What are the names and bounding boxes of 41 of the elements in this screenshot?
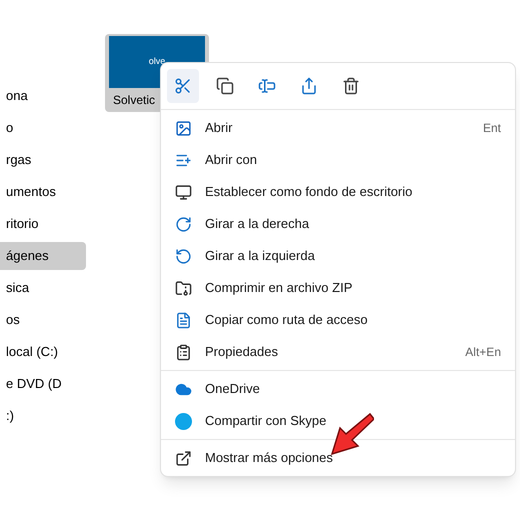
shortcut-text: Alt+En [465,344,501,361]
expand-icon [175,450,192,466]
menu-item[interactable]: Mostrar más opciones [161,442,515,474]
zip-folder-icon [175,280,192,296]
scissors-button[interactable] [167,69,199,103]
menu-item[interactable]: Abrir Ent [161,112,515,144]
copy-icon [216,77,234,95]
monitor-icon [175,184,192,200]
menu-item[interactable]: Propiedades Alt+En [161,336,515,368]
menu-item[interactable]: Abrir con [161,144,515,176]
sidebar-item[interactable]: umentos [0,178,86,206]
shortcut-text: Ent [482,120,501,137]
skype-icon [175,412,192,430]
sidebar-item[interactable]: rgas [0,146,86,174]
menu-item[interactable]: Girar a la derecha [161,208,515,240]
sidebar-item[interactable]: e DVD (D [0,370,86,398]
rotate-right-icon [175,216,192,232]
menu-item[interactable]: Compartir con Skype [161,405,515,437]
sidebar-item[interactable]: sica [0,274,86,302]
thumbnail-text: olve [148,55,166,68]
sidebar-item[interactable]: o [0,114,86,142]
trash-icon [342,77,360,95]
sidebar-item[interactable]: ágenes [0,242,86,270]
path-icon [175,312,192,328]
menu-item[interactable]: OneDrive [161,373,515,405]
picture-icon [175,120,192,136]
sidebar-item[interactable]: :) [0,402,86,430]
menu-item[interactable]: Girar a la izquierda [161,240,515,272]
sidebar-item[interactable]: local (C:) [0,338,86,366]
menu-item[interactable]: Copiar como ruta de acceso [161,304,515,336]
scissors-icon [174,77,192,95]
rotate-left-icon [175,248,192,264]
file-name: Solvetic [112,92,156,109]
menu-item[interactable]: Comprimir en archivo ZIP [161,272,515,304]
properties-icon [175,344,192,360]
share-icon [300,77,318,95]
sidebar-item[interactable]: os [0,306,86,334]
rename-icon [258,77,276,95]
sidebar-item[interactable]: ritorio [0,210,86,238]
sidebar-item[interactable]: ona [0,82,86,110]
menu-item[interactable]: Establecer como fondo de escritorio [161,176,515,208]
